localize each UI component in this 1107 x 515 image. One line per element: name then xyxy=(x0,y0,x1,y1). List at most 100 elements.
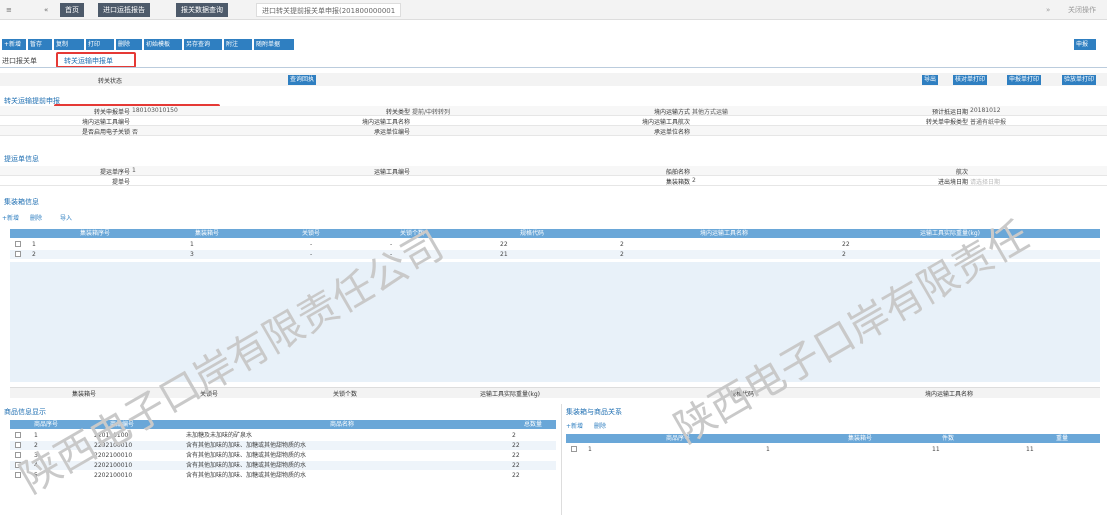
table-cell: 3 xyxy=(190,251,194,258)
field-label: 承运单位名称 xyxy=(653,129,690,136)
relation-delete-button[interactable]: 删除 xyxy=(594,421,606,430)
table-cell: 含有其他加味的加味、加糖或其他甜物质的水 xyxy=(186,442,307,449)
divider xyxy=(561,404,562,515)
copy-button[interactable]: 复制 xyxy=(54,39,84,50)
save-query-button[interactable]: 另存查询 xyxy=(184,39,222,50)
status-row xyxy=(0,73,1107,86)
field-label: 境内运输工具编号 xyxy=(81,119,130,126)
table-cell: 22 xyxy=(512,442,520,449)
section-title-transfer: 转关运输提前申报 xyxy=(4,97,60,105)
row-checkbox[interactable] xyxy=(15,251,21,257)
query-receipt-button[interactable]: 查询回执 xyxy=(288,75,317,85)
field-value[interactable]: 其他方式运输 xyxy=(692,107,822,116)
field-value[interactable]: 普通有纸申报 xyxy=(970,117,1100,126)
field-label: 转关申报单号 xyxy=(93,109,130,116)
field-label: 船舶名称 xyxy=(665,169,690,176)
section-title-container: 集装箱信息 xyxy=(4,198,39,206)
container-delete-button[interactable]: 删除 xyxy=(30,213,42,222)
field-value[interactable]: 1 xyxy=(132,167,262,174)
field-label: 境内运输工具航次 xyxy=(641,119,690,126)
footer-label: 集装箱号 xyxy=(72,391,97,398)
footer-label: 运输工具实际重量(kg) xyxy=(480,391,540,398)
field-label: 是否启用电子关锁 xyxy=(81,129,130,136)
table-cell: 2 xyxy=(620,241,624,248)
field-label: 集装箱数 xyxy=(665,179,690,186)
attach-docs-button[interactable]: 随附单据 xyxy=(254,39,294,50)
tab-home[interactable]: 首页 xyxy=(60,3,84,17)
table-row[interactable]: 1 1 11 11 xyxy=(566,445,1100,454)
row-checkbox[interactable] xyxy=(15,432,21,438)
save-draft-button[interactable]: 暂存 xyxy=(28,39,52,50)
page-tab-import[interactable]: 进口报关单 xyxy=(2,56,37,66)
row-checkbox[interactable] xyxy=(571,446,577,452)
tab-customs-query[interactable]: 报关数据查询 xyxy=(176,3,228,17)
field-value[interactable]: 提前/中转转列 xyxy=(412,107,542,116)
table-cell: 22 xyxy=(512,452,520,459)
table-cell: 1 xyxy=(766,446,770,453)
table-cell: 11 xyxy=(1026,446,1034,453)
section-title-goods: 商品信息显示 xyxy=(4,408,46,416)
field-label: 运输工具编号 xyxy=(373,169,410,176)
column-header: 规格代码 xyxy=(520,230,545,237)
close-ops-button[interactable]: 关闭操作 xyxy=(1068,3,1096,17)
table-cell: 2 xyxy=(620,251,624,258)
scroll-right-icon[interactable]: » xyxy=(1046,3,1050,17)
container-add-button[interactable]: +新增 xyxy=(2,213,19,222)
field-value[interactable]: 20181012 xyxy=(970,107,1100,114)
table-cell: 1 xyxy=(190,241,194,248)
table-header: 集装箱序号 集装箱号 关锁号 关锁个数 规格代码 境内运输工具名称 运输工具实际重量(kg) xyxy=(10,229,1100,238)
footer-label: 关锁个数 xyxy=(333,391,358,398)
field-value[interactable]: 否 xyxy=(132,127,262,136)
field-label: 转关单申报类型 xyxy=(925,119,968,126)
field-label: 承运单位编号 xyxy=(373,129,410,136)
table-cell: 含有其他加味的加味、加糖或其他甜物质的水 xyxy=(186,462,307,469)
section-title-relation: 集装箱与商品关系 xyxy=(566,408,622,416)
transfer-status-label: 转关状态 xyxy=(98,78,123,85)
table-cell: - xyxy=(310,241,313,248)
table-cell: 22 xyxy=(512,472,520,479)
highlight-box xyxy=(56,52,136,68)
column-header: 重量 xyxy=(1056,435,1069,442)
divider xyxy=(0,67,1107,68)
export-button[interactable]: 导出 xyxy=(922,75,939,85)
column-header: 件数 xyxy=(942,435,955,442)
tab-import-arrival[interactable]: 进口运抵报告 xyxy=(98,3,150,17)
menu-icon[interactable]: ≡ xyxy=(6,3,12,17)
declare-button[interactable]: 申报 xyxy=(1074,39,1096,50)
section-title-bill: 提运单信息 xyxy=(4,155,39,163)
footer-label: 境内运输工具名称 xyxy=(925,391,974,398)
print-check-button[interactable]: 验放单打印 xyxy=(1062,75,1097,85)
row-checkbox[interactable] xyxy=(15,241,21,247)
print-button[interactable]: 打印 xyxy=(86,39,114,50)
table-cell: 2 xyxy=(842,251,846,258)
column-header: 集装箱序号 xyxy=(80,230,111,237)
field-label: 预计抵运日期 xyxy=(931,109,968,116)
table-cell: 含有其他加味的加味、加糖或其他甜物质的水 xyxy=(186,472,307,479)
field-value[interactable]: 180103010150 xyxy=(132,107,262,114)
table-cell: 含有其他加味的加味、加糖或其他甜物质的水 xyxy=(186,452,307,459)
scroll-left-icon[interactable]: « xyxy=(44,3,48,17)
print-decl-button[interactable]: 申报单打印 xyxy=(1007,75,1042,85)
table-cell: 2 xyxy=(512,432,516,439)
column-header: 商品名称 xyxy=(330,421,355,428)
print-verify-button[interactable]: 核对单打印 xyxy=(953,75,988,85)
table-cell: - xyxy=(310,251,313,258)
field-value[interactable]: 请选择日期 xyxy=(970,177,1100,186)
note-button[interactable]: 附注 xyxy=(224,39,252,50)
table-cell: 1 xyxy=(32,241,36,248)
delete-button[interactable]: 删除 xyxy=(116,39,142,50)
add-button[interactable]: +新增 xyxy=(2,39,26,50)
table-row[interactable]: 5 2202100010 含有其他加味的加味、加糖或其他甜物质的水 22 xyxy=(10,471,556,480)
container-import-button[interactable]: 导入 xyxy=(60,213,72,222)
field-value[interactable]: 2 xyxy=(692,177,822,184)
field-label: 提单号 xyxy=(111,179,130,186)
column-header: 集装箱号 xyxy=(195,230,220,237)
tab-transfer-declare[interactable]: 进口转关提前报关单申报(201800000001 xyxy=(256,3,402,17)
table-cell: 未加糖及未加味的矿泉水 xyxy=(186,432,253,439)
column-header: 总数量 xyxy=(524,421,543,428)
relation-add-button[interactable]: +新增 xyxy=(566,421,583,430)
table-header: 商品序号 集装箱号 件数 重量 xyxy=(566,434,1100,443)
init-template-button[interactable]: 初始模板 xyxy=(144,39,182,50)
tab-bar: ≡ « 首页 进口运抵报告 报关数据查询 进口转关提前报关单申报(2018000… xyxy=(0,0,1107,20)
toolbar: +新增 暂存 复制 打印 删除 初始模板 另存查询 附注 随附单据 申报 xyxy=(0,38,1107,52)
